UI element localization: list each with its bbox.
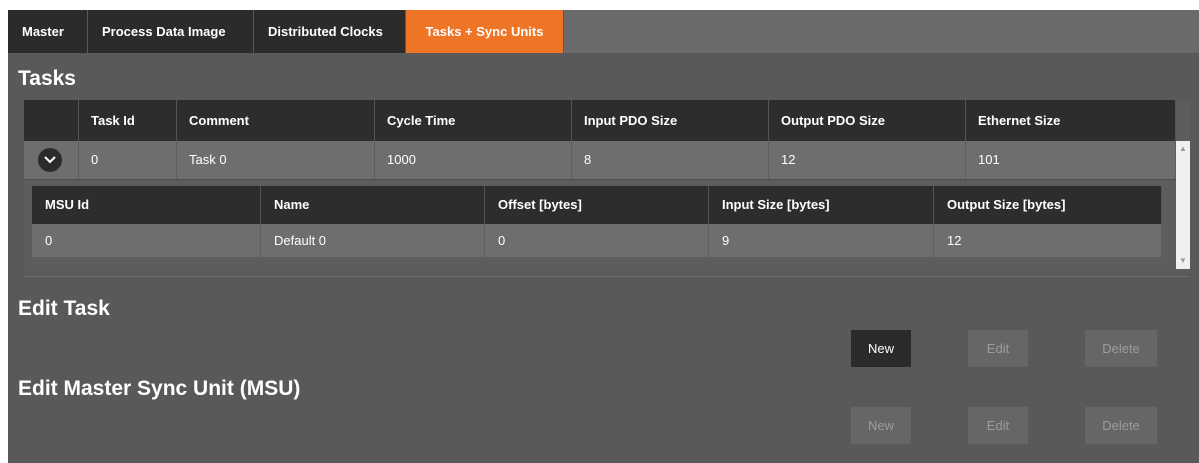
msu-id-cell: 0 xyxy=(32,224,261,257)
msu-grid-header: MSU Id Name Offset [bytes] Input Size [b… xyxy=(32,186,1162,224)
column-header-input-pdo-size[interactable]: Input PDO Size xyxy=(572,100,769,141)
tab-process-data-image[interactable]: Process Data Image xyxy=(88,10,254,53)
edit-task-button[interactable]: Edit xyxy=(968,330,1028,367)
column-header-task-id[interactable]: Task Id xyxy=(79,100,177,141)
chevron-down-icon xyxy=(44,156,56,164)
edit-task-title: Edit Task xyxy=(18,297,110,320)
column-header-offset[interactable]: Offset [bytes] xyxy=(485,186,709,224)
tab-distributed-clocks[interactable]: Distributed Clocks xyxy=(254,10,406,53)
msu-output-size-cell: 12 xyxy=(934,224,1162,257)
edit-msu-button[interactable]: Edit xyxy=(968,407,1028,444)
input-pdo-size-cell: 8 xyxy=(572,141,769,179)
delete-msu-button[interactable]: Delete xyxy=(1085,407,1157,444)
column-header-comment[interactable]: Comment xyxy=(177,100,375,141)
tasks-section-title: Tasks xyxy=(18,67,76,90)
ethernet-size-cell: 101 xyxy=(966,141,1176,179)
column-header-ethernet-size[interactable]: Ethernet Size xyxy=(966,100,1176,141)
output-pdo-size-cell: 12 xyxy=(769,141,966,179)
expand-row-button[interactable] xyxy=(38,148,62,172)
task-id-cell: 0 xyxy=(79,141,177,179)
tab-tasks-sync-units[interactable]: Tasks + Sync Units xyxy=(406,10,564,53)
scroll-down-arrow-icon[interactable]: ▼ xyxy=(1179,257,1187,265)
vertical-scrollbar[interactable]: ▲ ▼ xyxy=(1176,141,1190,269)
tasks-grid-header: Task Id Comment Cycle Time Input PDO Siz… xyxy=(24,100,1176,141)
column-header-cycle-time[interactable]: Cycle Time xyxy=(375,100,572,141)
tab-master[interactable]: Master xyxy=(8,10,88,53)
delete-task-button[interactable]: Delete xyxy=(1085,330,1157,367)
msu-input-size-cell: 9 xyxy=(709,224,934,257)
new-task-button[interactable]: New xyxy=(851,330,911,367)
expand-column-header xyxy=(24,100,79,141)
section-divider xyxy=(24,276,1190,277)
msu-name-cell: Default 0 xyxy=(261,224,485,257)
task-row[interactable]: 0 Task 0 1000 8 12 101 xyxy=(24,141,1176,180)
msu-offset-cell: 0 xyxy=(485,224,709,257)
scroll-up-arrow-icon[interactable]: ▲ xyxy=(1179,145,1187,153)
edit-msu-title: Edit Master Sync Unit (MSU) xyxy=(18,377,301,400)
column-header-output-size[interactable]: Output Size [bytes] xyxy=(934,186,1162,224)
column-header-input-size[interactable]: Input Size [bytes] xyxy=(709,186,934,224)
column-header-output-pdo-size[interactable]: Output PDO Size xyxy=(769,100,966,141)
column-header-msu-id[interactable]: MSU Id xyxy=(32,186,261,224)
column-header-name[interactable]: Name xyxy=(261,186,485,224)
msu-row[interactable]: 0 Default 0 0 9 12 xyxy=(32,224,1162,257)
tab-strip: Master Process Data Image Distributed Cl… xyxy=(8,10,1199,53)
tasks-sync-units-window: Master Process Data Image Distributed Cl… xyxy=(8,10,1199,463)
new-msu-button[interactable]: New xyxy=(851,407,911,444)
expand-cell xyxy=(24,141,79,179)
comment-cell: Task 0 xyxy=(177,141,375,179)
cycle-time-cell: 1000 xyxy=(375,141,572,179)
tasks-grid: Task Id Comment Cycle Time Input PDO Siz… xyxy=(24,100,1190,272)
